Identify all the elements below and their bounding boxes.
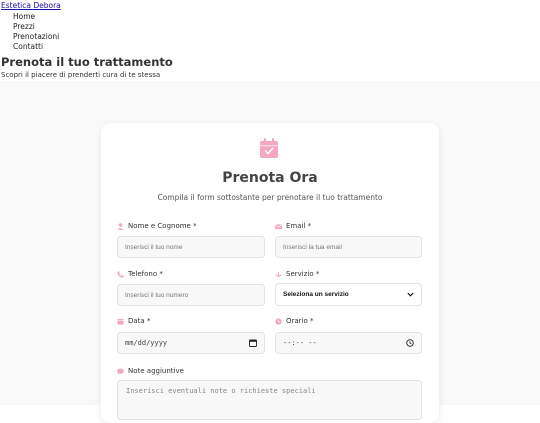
form-title: Prenota Ora [222, 170, 318, 186]
name-field[interactable]: Inserisci il tuo nome [117, 236, 265, 258]
name-placeholder: Inserisci il tuo nome [125, 243, 183, 251]
phone-icon [117, 270, 124, 278]
hero-subtitle: Scopri il piacere di prenderti cura di t… [1, 71, 161, 79]
email-label: Email * [275, 222, 311, 230]
phone-field[interactable]: Inserisci il tuo numero [117, 284, 265, 306]
time-picker-icon[interactable] [406, 339, 414, 347]
nav-item-home[interactable]: Home [13, 12, 59, 22]
date-value: mm/dd/yyyy [125, 339, 168, 347]
email-field[interactable]: Inserisci la tua email [275, 236, 422, 258]
user-icon [117, 222, 124, 230]
calendar-picker-icon[interactable] [249, 339, 257, 347]
service-selected: Seleziona un servizio [283, 291, 349, 298]
name-label: Nome e Cognome * [117, 222, 197, 230]
nav-item-contatti[interactable]: Contatti [13, 42, 59, 52]
email-label-text: Email * [286, 222, 312, 230]
time-label: Orario * [275, 317, 314, 325]
date-label-text: Data * [128, 317, 151, 325]
notes-label-text: Note aggiuntive [128, 367, 184, 375]
nav-item-prenotazioni[interactable]: Prenotazioni [13, 32, 59, 42]
phone-label-text: Telefono * [128, 270, 163, 278]
clock-icon [275, 317, 282, 325]
booking-card: Prenota Ora Compila il form sottostante … [101, 123, 439, 423]
service-label-text: Servizio * [286, 270, 320, 278]
hero-title: Prenota il tuo trattamento [1, 55, 173, 69]
calendar-check-icon [260, 138, 278, 158]
date-field[interactable]: mm/dd/yyyy [117, 332, 265, 354]
name-label-text: Nome e Cognome * [128, 222, 197, 230]
time-value: --:-- -- [283, 339, 317, 347]
notes-textarea[interactable]: Inserisci eventuali note o richieste spe… [117, 380, 422, 420]
email-placeholder: Inserisci la tua email [283, 243, 342, 251]
notes-label: Note aggiuntive [117, 367, 184, 375]
service-select[interactable]: Seleziona un servizio [275, 283, 422, 306]
comment-icon [117, 368, 124, 375]
nav-item-prezzi[interactable]: Prezzi [13, 22, 59, 32]
form-description: Compila il form sottostante per prenotar… [157, 193, 383, 202]
phone-label: Telefono * [117, 270, 163, 278]
date-label: Data * [117, 317, 150, 325]
time-label-text: Orario * [286, 317, 314, 325]
notes-placeholder: Inserisci eventuali note o richieste spe… [126, 387, 316, 395]
calendar-icon [117, 318, 124, 325]
main-nav: Home Prezzi Prenotazioni Contatti [13, 12, 59, 52]
chevron-down-icon [407, 292, 414, 297]
lotus-icon [275, 271, 282, 277]
brand-link[interactable]: Estetica Debora [1, 1, 61, 10]
envelope-icon [275, 223, 282, 229]
phone-placeholder: Inserisci il tuo numero [125, 291, 189, 299]
time-field[interactable]: --:-- -- [275, 332, 422, 354]
service-label: Servizio * [275, 270, 319, 278]
